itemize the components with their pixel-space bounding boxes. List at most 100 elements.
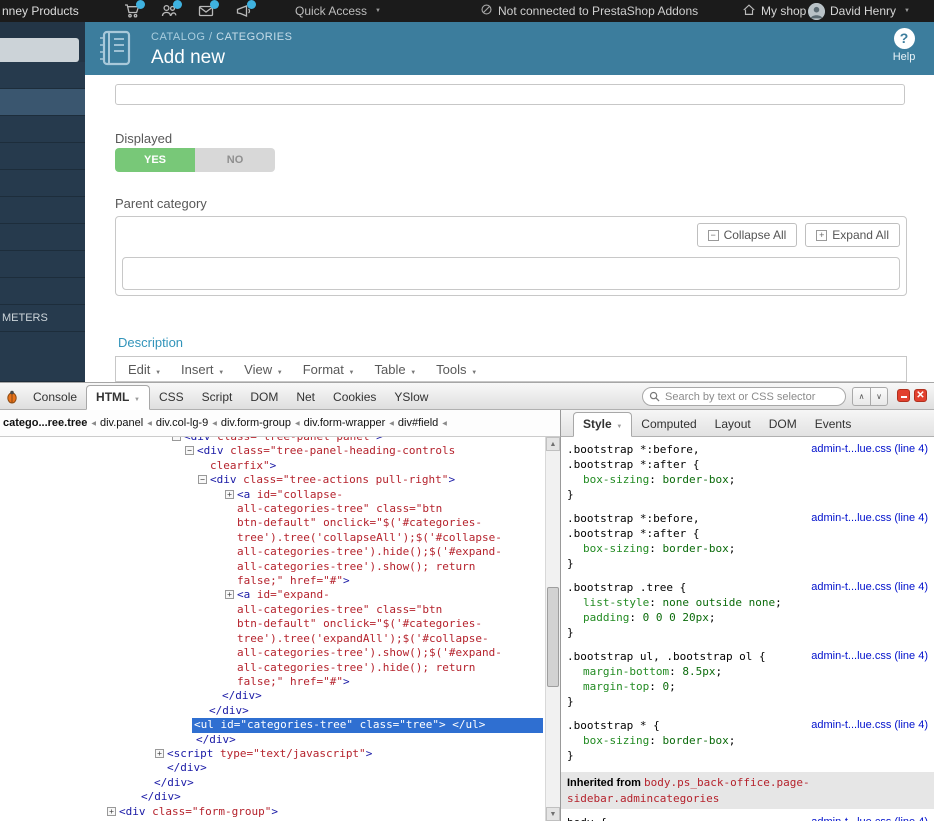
- css-property[interactable]: box-sizing: border-box;: [567, 733, 928, 748]
- code-line: + <script type="text/javascript">: [0, 747, 545, 761]
- firebug-bug-icon[interactable]: [5, 390, 19, 407]
- category-tree-area[interactable]: [122, 257, 900, 290]
- sidebar-item-6[interactable]: [0, 170, 85, 197]
- search-input[interactable]: [642, 387, 846, 406]
- code-text: <a id="expand-: [237, 588, 330, 601]
- user-menu[interactable]: David Henry ▼: [808, 0, 910, 22]
- sidebar-item-9[interactable]: [0, 251, 85, 278]
- css-file-link[interactable]: admin-t...lue.css (line 4): [811, 511, 928, 526]
- sidebar-item-5[interactable]: [0, 143, 85, 170]
- editor-menu-edit[interactable]: Edit ▼: [128, 362, 161, 377]
- notifications-icon[interactable]: [235, 0, 256, 19]
- sidebar-item-12[interactable]: [0, 332, 85, 382]
- css-selector[interactable]: .bootstrap *:before,: [567, 512, 699, 525]
- customers-icon[interactable]: [161, 0, 182, 19]
- css-file-link[interactable]: admin-t...lue.css (line 4): [811, 815, 928, 821]
- collapse-node-icon[interactable]: −: [172, 437, 181, 441]
- side-tab-dom[interactable]: DOM: [760, 413, 806, 436]
- side-tab-style[interactable]: Style ▼: [573, 412, 633, 437]
- breadcrumb-section[interactable]: CATALOG: [151, 31, 205, 43]
- css-selector[interactable]: .bootstrap * {: [567, 719, 660, 732]
- editor-menu-format[interactable]: Format ▼: [303, 362, 355, 377]
- collapse-all-button[interactable]: − Collapse All: [696, 223, 798, 247]
- css-property[interactable]: list-style: none outside none;: [567, 595, 928, 610]
- code-text: <div class="form-group">: [119, 805, 278, 818]
- expand-node-icon[interactable]: +: [155, 748, 164, 758]
- side-tab-layout[interactable]: Layout: [706, 413, 760, 436]
- html-path-crumb[interactable]: div.form-wrapper: [304, 417, 386, 429]
- css-file-link[interactable]: admin-t...lue.css (line 4): [811, 649, 928, 664]
- css-file-link[interactable]: admin-t...lue.css (line 4): [811, 580, 928, 595]
- firebug-tab-css[interactable]: CSS: [150, 386, 193, 409]
- collapse-node-icon[interactable]: −: [198, 475, 207, 485]
- editor-menu-table[interactable]: Table ▼: [374, 362, 416, 377]
- editor-menu-tools[interactable]: Tools ▼: [436, 362, 477, 377]
- displayed-yes-button[interactable]: YES: [115, 148, 195, 172]
- breadcrumb-page[interactable]: CATEGORIES: [216, 31, 292, 43]
- firebug-tab-script[interactable]: Script: [193, 386, 242, 409]
- quick-access-menu[interactable]: Quick Access ▼: [295, 0, 381, 22]
- css-file-link[interactable]: admin-t...lue.css (line 4): [811, 718, 928, 733]
- firebug-tab-dom[interactable]: DOM: [241, 386, 287, 409]
- firebug-tab-html[interactable]: HTML ▼: [86, 385, 150, 410]
- html-path-crumb[interactable]: div.col-lg-9: [156, 417, 208, 429]
- cart-icon[interactable]: [124, 0, 145, 19]
- name-input[interactable]: [115, 84, 905, 105]
- css-property[interactable]: box-sizing: border-box;: [567, 472, 928, 487]
- css-property[interactable]: margin-bottom: 8.5px;: [567, 664, 928, 679]
- sidebar-item-1[interactable]: [0, 38, 79, 62]
- scroll-up-arrow[interactable]: ▲: [546, 437, 560, 451]
- addons-status[interactable]: Not connected to PrestaShop Addons: [480, 0, 698, 22]
- customers-badge: [173, 0, 182, 9]
- editor-menu-insert[interactable]: Insert ▼: [181, 362, 224, 377]
- expand-node-icon[interactable]: +: [225, 489, 234, 499]
- sidebar-item-7[interactable]: [0, 197, 85, 224]
- expand-node-icon[interactable]: +: [107, 806, 116, 816]
- search-prev-button[interactable]: ∧: [852, 387, 870, 406]
- html-path-crumb[interactable]: div.form-group: [221, 417, 291, 429]
- sidebar-item-4[interactable]: [0, 116, 85, 143]
- expand-all-button[interactable]: + Expand All: [805, 223, 900, 247]
- css-selector[interactable]: .bootstrap *:after {: [567, 458, 699, 471]
- css-property[interactable]: box-sizing: border-box;: [567, 541, 928, 556]
- side-tab-computed[interactable]: Computed: [632, 413, 705, 436]
- sidebar-item-11[interactable]: METERS: [0, 305, 85, 332]
- css-semicolon: ;: [728, 542, 736, 555]
- css-selector[interactable]: .bootstrap .tree {: [567, 581, 686, 594]
- css-property[interactable]: padding: 0 0 0 20px;: [567, 610, 928, 625]
- html-path-crumb[interactable]: catego...ree.tree: [3, 417, 87, 429]
- firebug-close-button[interactable]: ✕: [914, 389, 927, 402]
- firebug-tab-net[interactable]: Net: [287, 386, 324, 409]
- html-path-crumb[interactable]: div.panel: [100, 417, 143, 429]
- html-path-crumb[interactable]: div#field: [398, 417, 438, 429]
- css-property[interactable]: margin-top: 0;: [567, 679, 928, 694]
- sidebar-item-2[interactable]: [0, 62, 85, 89]
- css-file-link[interactable]: admin-t...lue.css (line 4): [811, 442, 928, 457]
- css-selector[interactable]: .bootstrap *:after {: [567, 527, 699, 540]
- topbar: nney Products Quick Access ▼ Not connect…: [0, 0, 934, 22]
- sidebar-item-3[interactable]: [0, 89, 85, 116]
- firebug-minimize-button[interactable]: [897, 389, 910, 402]
- my-shop-link[interactable]: My shop: [742, 0, 806, 22]
- messages-icon[interactable]: [198, 0, 219, 19]
- selected-node-line[interactable]: <ul id="categories-tree" class="tree"> <…: [0, 718, 545, 733]
- collapse-node-icon[interactable]: −: [185, 446, 194, 456]
- editor-menu-view[interactable]: View ▼: [244, 362, 283, 377]
- displayed-no-button[interactable]: NO: [195, 148, 275, 172]
- sidebar-item-10[interactable]: [0, 278, 85, 305]
- token-tag: <a: [237, 588, 257, 602]
- css-selector[interactable]: .bootstrap ul, .bootstrap ol {: [567, 650, 766, 663]
- search-next-button[interactable]: ∨: [870, 387, 888, 406]
- scroll-down-arrow[interactable]: ▼: [546, 807, 560, 821]
- side-tab-events[interactable]: Events: [806, 413, 861, 436]
- css-selector[interactable]: body {: [567, 816, 607, 821]
- scrollbar-thumb[interactable]: [547, 587, 559, 687]
- firebug-tab-console[interactable]: Console: [24, 386, 86, 409]
- firebug-tab-cookies[interactable]: Cookies: [324, 386, 385, 409]
- css-property-name: list-style: [583, 596, 650, 609]
- sidebar-item-8[interactable]: [0, 224, 85, 251]
- expand-node-icon[interactable]: +: [225, 590, 234, 600]
- help-button[interactable]: ? Help: [882, 28, 926, 63]
- css-selector[interactable]: .bootstrap *:before,: [567, 443, 699, 456]
- firebug-tab-yslow[interactable]: YSlow: [385, 386, 437, 409]
